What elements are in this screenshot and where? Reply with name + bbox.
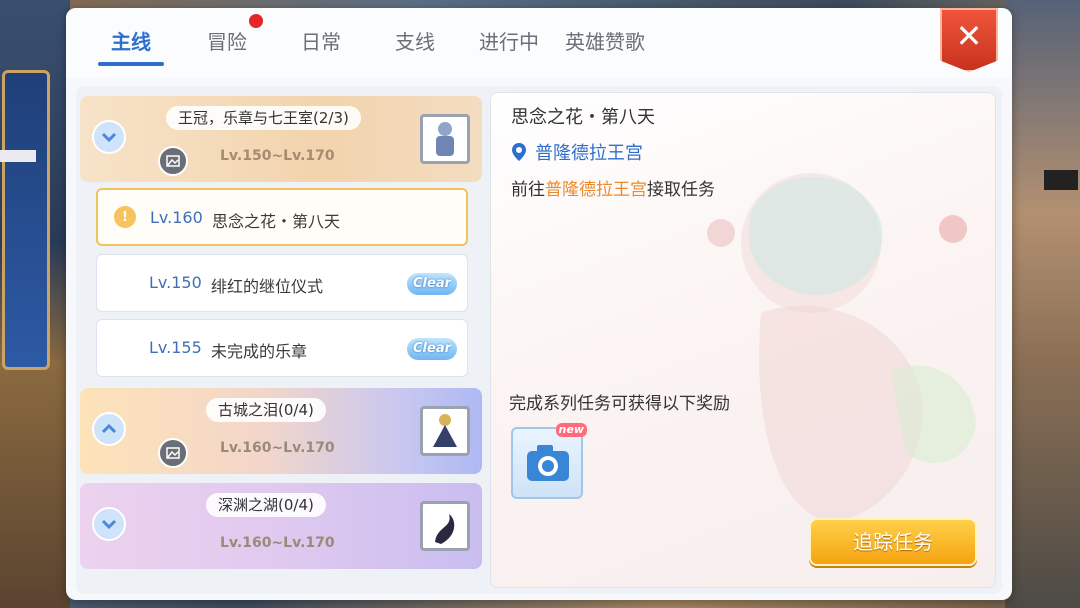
quest-name: 未完成的乐章 — [211, 342, 308, 361]
location-name[interactable]: 普隆德拉王宫 — [535, 139, 643, 165]
tab-side[interactable]: 支线 — [382, 26, 448, 60]
chevron-up-icon[interactable] — [92, 412, 126, 446]
location-link[interactable]: 普隆德拉王宫 — [511, 139, 643, 165]
background-sign — [0, 150, 36, 162]
clear-badge: Clear — [407, 273, 457, 295]
detail-title: 思念之花・第八天 — [511, 107, 655, 128]
tab-in-progress[interactable]: 进行中 — [476, 26, 542, 60]
banner-shield — [2, 70, 50, 370]
background-right — [1005, 0, 1080, 608]
chapter-title: 深渊之湖(0/4) — [206, 493, 326, 517]
background-left — [0, 0, 70, 608]
clear-badge: Clear — [407, 338, 457, 360]
reward-title: 完成系列任务可获得以下奖励 — [509, 394, 730, 414]
reward-item[interactable]: new — [511, 423, 587, 499]
chapter-card[interactable]: 王冠，乐章与七王室(2/3) Lv.150~Lv.170 — [80, 96, 482, 182]
character-illustration — [707, 173, 976, 523]
chevron-down-icon[interactable] — [92, 120, 126, 154]
quest-item[interactable]: Lv.155 未完成的乐章 Clear — [96, 319, 468, 377]
quest-detail: 思念之花・第八天 普隆德拉王宫 前往普隆德拉王宫接取任务 完成系列任务可获得以下… — [490, 92, 996, 588]
quest-level: Lv.155 — [149, 338, 202, 357]
chapter-card[interactable]: 深渊之湖(0/4) Lv.160~Lv.170 — [80, 483, 482, 569]
desc-highlight: 普隆德拉王宫 — [545, 180, 647, 200]
content-area: 王冠，乐章与七王室(2/3) Lv.150~Lv.170 ! Lv.160 思念… — [76, 86, 1002, 594]
desc-prefix: 前往 — [511, 180, 545, 200]
background-sign — [1044, 170, 1078, 190]
tab-bar: 主线 冒险 日常 支线 进行中 英雄赞歌 ✕ — [66, 8, 1012, 78]
gallery-icon[interactable] — [158, 146, 188, 176]
npc-portrait-icon — [420, 114, 470, 164]
location-pin-icon — [512, 143, 526, 161]
quest-item[interactable]: ! Lv.160 思念之花・第八天 — [96, 188, 468, 246]
chapter-level-range: Lv.160~Lv.170 — [220, 535, 335, 551]
camera-icon — [527, 445, 569, 481]
track-quest-button[interactable]: 追踪任务 — [809, 518, 977, 566]
desc-suffix: 接取任务 — [647, 180, 715, 200]
quest-description: 前往普隆德拉王宫接取任务 — [511, 175, 715, 200]
chapter-level-range: Lv.160~Lv.170 — [220, 440, 335, 456]
npc-portrait-icon — [420, 406, 470, 456]
quest-name: 思念之花・第八天 — [212, 212, 341, 231]
notification-dot — [249, 14, 263, 28]
quest-level: Lv.150 — [149, 273, 202, 292]
quest-item[interactable]: Lv.150 绯红的继位仪式 Clear — [96, 254, 468, 312]
quest-panel: 主线 冒险 日常 支线 进行中 英雄赞歌 ✕ 王冠，乐章与七王室(2/3) Lv… — [66, 8, 1012, 600]
close-button[interactable]: ✕ — [940, 8, 998, 72]
tab-daily[interactable]: 日常 — [288, 26, 354, 60]
quest-name: 绯红的继位仪式 — [211, 277, 324, 296]
tentacle-portrait-icon — [420, 501, 470, 551]
active-tab-indicator — [98, 62, 164, 66]
chevron-down-icon[interactable] — [92, 507, 126, 541]
quest-level: Lv.160 — [150, 208, 203, 227]
chapter-card[interactable]: 古城之泪(0/4) Lv.160~Lv.170 — [80, 388, 482, 474]
chapter-title: 王冠，乐章与七王室(2/3) — [166, 106, 361, 130]
gallery-icon[interactable] — [158, 438, 188, 468]
new-badge: new — [555, 423, 587, 437]
chapter-level-range: Lv.150~Lv.170 — [220, 148, 335, 164]
tab-hero-song[interactable]: 英雄赞歌 — [560, 26, 650, 60]
chapter-title: 古城之泪(0/4) — [206, 398, 326, 422]
close-icon: ✕ — [955, 17, 983, 55]
exclamation-icon: ! — [114, 206, 136, 228]
tab-adventure[interactable]: 冒险 — [194, 26, 260, 60]
tab-main[interactable]: 主线 — [98, 26, 164, 60]
